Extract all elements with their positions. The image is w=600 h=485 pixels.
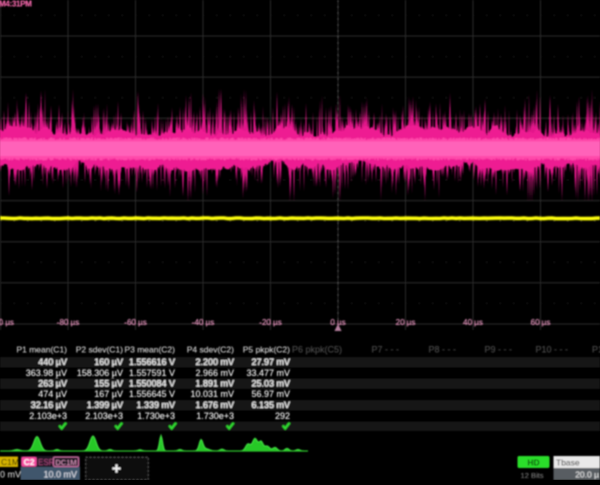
svg-text:-60 µs: -60 µs — [124, 318, 146, 327]
svg-text:P3 mean(C2): P3 mean(C2) — [124, 345, 175, 355]
svg-text:1.730e+3: 1.730e+3 — [196, 411, 234, 421]
svg-text:-100 µs: -100 µs — [0, 318, 14, 327]
svg-text:-20 µs: -20 µs — [259, 318, 281, 327]
svg-text:P1 mean(C1): P1 mean(C1) — [16, 345, 67, 355]
svg-text:M4:31PM: M4:31PM — [0, 0, 32, 9]
svg-text:440 µV: 440 µV — [38, 357, 67, 367]
svg-text:2.966 mV: 2.966 mV — [195, 368, 234, 378]
svg-text:P5 pkpk(C2): P5 pkpk(C2) — [243, 345, 290, 355]
svg-text:33.477 mV: 33.477 mV — [246, 368, 290, 378]
svg-text:25.03 mV: 25.03 mV — [251, 378, 290, 388]
svg-text:0 mV: 0 mV — [0, 470, 21, 480]
svg-text:C2: C2 — [24, 457, 35, 467]
svg-text:-80 µs: -80 µs — [57, 318, 79, 327]
svg-text:32.16 µV: 32.16 µV — [31, 400, 67, 410]
svg-text:2.103e+3: 2.103e+3 — [29, 411, 67, 421]
svg-text:263 µV: 263 µV — [38, 378, 67, 388]
svg-text:27.97 mV: 27.97 mV — [251, 357, 290, 367]
svg-text:P1..: P1.. — [592, 345, 600, 355]
svg-text:1.557591 V: 1.557591 V — [129, 368, 175, 378]
svg-text:HD: HD — [527, 458, 539, 468]
svg-text:DC1M: DC1M — [55, 458, 76, 467]
svg-text:10.031 mV: 10.031 mV — [190, 389, 234, 399]
svg-text:P7 - - -: P7 - - - — [371, 345, 399, 355]
svg-text:C1M: C1M — [1, 457, 19, 467]
svg-text:1.399 µV: 1.399 µV — [87, 400, 123, 410]
svg-text:1.891 mV: 1.891 mV — [195, 378, 234, 388]
svg-text:292: 292 — [275, 411, 290, 421]
svg-text:ESR: ESR — [38, 458, 55, 467]
svg-text:20.0 µ: 20.0 µ — [575, 470, 599, 480]
svg-text:6.135 mV: 6.135 mV — [251, 400, 290, 410]
svg-text:2.200 mV: 2.200 mV — [195, 357, 234, 367]
svg-text:P10 - - -: P10 - - - — [535, 345, 568, 355]
svg-text:Tbase: Tbase — [556, 458, 580, 468]
svg-text:-40 µs: -40 µs — [192, 318, 214, 327]
svg-text:10.0 mV: 10.0 mV — [43, 470, 77, 480]
svg-text:P2 sdev(C1): P2 sdev(C1) — [76, 345, 123, 355]
svg-text:474 µV: 474 µV — [38, 389, 67, 399]
svg-text:20 µs: 20 µs — [396, 318, 416, 327]
svg-text:160 µV: 160 µV — [94, 357, 123, 367]
svg-text:P9 - - -: P9 - - - — [484, 345, 512, 355]
svg-text:P8 - - -: P8 - - - — [428, 345, 456, 355]
svg-text:1.730e+3: 1.730e+3 — [137, 411, 175, 421]
svg-text:167 µV: 167 µV — [94, 389, 123, 399]
svg-text:P4 sdev(C2): P4 sdev(C2) — [187, 345, 234, 355]
svg-text:56.97 mV: 56.97 mV — [251, 389, 290, 399]
svg-text:40 µs: 40 µs — [463, 318, 483, 327]
svg-text:2.103e+3: 2.103e+3 — [85, 411, 123, 421]
svg-text:155 µV: 155 µV — [94, 378, 123, 388]
svg-text:12 Bits: 12 Bits — [521, 471, 544, 480]
svg-text:1.550084 V: 1.550084 V — [129, 378, 175, 388]
svg-text:363.98 µV: 363.98 µV — [26, 368, 67, 378]
svg-text:P6 pkpk(C5): P6 pkpk(C5) — [292, 345, 342, 355]
svg-text:1.556645 V: 1.556645 V — [129, 389, 175, 399]
svg-text:60 µs: 60 µs — [531, 318, 551, 327]
svg-text:1.556616 V: 1.556616 V — [129, 357, 175, 367]
svg-text:1.339 mV: 1.339 mV — [136, 400, 175, 410]
svg-text:158.306 µV: 158.306 µV — [77, 368, 123, 378]
svg-text:1.676 mV: 1.676 mV — [195, 400, 234, 410]
